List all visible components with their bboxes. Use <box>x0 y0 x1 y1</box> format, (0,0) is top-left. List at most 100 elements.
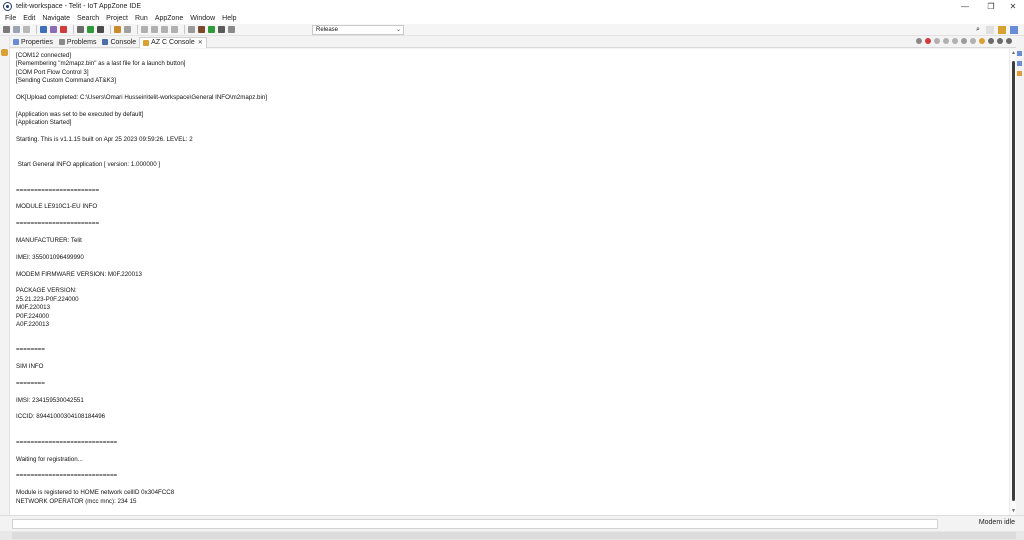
toolbar-separator <box>36 25 37 34</box>
console-line: Waiting for registration... <box>16 455 83 463</box>
back-icon[interactable] <box>151 26 158 33</box>
left-trim <box>0 37 10 517</box>
console-line: M0F.220013 <box>16 304 51 312</box>
save-icon[interactable] <box>13 26 20 33</box>
plugin-icon[interactable] <box>198 26 205 33</box>
view-tab-bar: Properties Problems Console AZ C Console… <box>10 36 1016 48</box>
tab-properties[interactable]: Properties <box>10 37 56 48</box>
clear-console-icon[interactable] <box>934 38 940 44</box>
external-tools-icon[interactable] <box>97 26 104 33</box>
console-line: MANUFACTURER: Telit <box>16 236 82 244</box>
debug-perspective-icon[interactable] <box>1010 26 1018 34</box>
menu-navigate[interactable]: Navigate <box>42 15 70 22</box>
restore-view-icon[interactable] <box>1 49 8 56</box>
minimize-button[interactable]: — <box>952 0 978 13</box>
console-line: MODULE LE910C1-EU INFO <box>16 203 98 211</box>
console-text: [COM12 connected] [Remembering "m2mapz.b… <box>16 52 267 506</box>
perspective-toolbar: ⌕ <box>970 26 1018 34</box>
maximize-view-icon[interactable] <box>1006 38 1012 44</box>
new-icon[interactable] <box>3 26 10 33</box>
forward-icon[interactable] <box>161 26 168 33</box>
console-scrollbar[interactable]: ▲ ▼ <box>1009 49 1016 515</box>
console-icon <box>102 39 109 45</box>
console-line: [Sending Custom Command AT&K3] <box>16 77 116 85</box>
settings-gear-icon[interactable] <box>228 26 235 33</box>
menu-run[interactable]: Run <box>135 15 148 22</box>
console-line: ============================ <box>16 438 118 446</box>
title-bar: telit-workspace - Telit - IoT AppZone ID… <box>0 0 1024 13</box>
tab-problems[interactable]: Problems <box>56 37 100 48</box>
console-line: [COM12 connected] <box>16 52 72 59</box>
console-line: ======================= <box>16 220 100 228</box>
annotation-icon[interactable] <box>141 26 148 33</box>
status-bar: Modem idle <box>0 515 1024 531</box>
chevron-down-icon: ⌄ <box>395 27 401 33</box>
display-console-icon[interactable] <box>970 38 976 44</box>
console-toolbar <box>913 38 1012 44</box>
pin-icon[interactable] <box>188 26 195 33</box>
warning-icon[interactable] <box>60 26 67 33</box>
menu-appzone[interactable]: AppZone <box>155 15 183 22</box>
cpp-perspective-icon[interactable] <box>998 26 1006 34</box>
problems-icon <box>58 39 65 45</box>
launch-icon[interactable] <box>208 26 215 33</box>
menu-window[interactable]: Window <box>190 15 215 22</box>
console-line: PACKAGE VERSION: <box>16 287 77 295</box>
scrollbar-thumb[interactable] <box>1012 61 1015 501</box>
navigate-icon[interactable] <box>171 26 178 33</box>
progress-area <box>12 532 1016 539</box>
run-configuration-select[interactable]: Release ⌄ <box>312 25 404 35</box>
console-line: Start General INFO application [ version… <box>16 161 161 169</box>
status-message-field <box>12 519 938 529</box>
console-line: Module is registered to HOME network cel… <box>16 489 175 497</box>
outline-view-icon[interactable] <box>1017 51 1022 56</box>
toolbar-separator <box>73 25 74 34</box>
open-perspective-icon[interactable] <box>986 26 994 34</box>
view-menu-icon[interactable] <box>988 38 994 44</box>
search-icon[interactable]: ⌕ <box>974 26 982 34</box>
console-line: ======== <box>16 379 45 387</box>
console-line: NETWORK OPERATOR (mcc mnc): 234 15 <box>16 497 137 505</box>
console-line: [Application was set to be executed by d… <box>16 110 144 118</box>
make-view-icon[interactable] <box>1017 71 1022 76</box>
menu-project[interactable]: Project <box>106 15 128 22</box>
search-tool-icon[interactable] <box>124 26 131 33</box>
debug-icon[interactable] <box>77 26 84 33</box>
save-all-icon[interactable] <box>23 26 30 33</box>
terminate-icon[interactable] <box>916 38 922 44</box>
home-icon[interactable] <box>40 26 47 33</box>
word-wrap-icon[interactable] <box>952 38 958 44</box>
menu-edit[interactable]: Edit <box>23 15 35 22</box>
console-line: ======================= <box>16 186 100 194</box>
build-icon[interactable] <box>50 26 57 33</box>
scroll-down-icon[interactable]: ▼ <box>1011 508 1016 514</box>
task-view-icon[interactable] <box>1017 61 1022 66</box>
tab-label: Console <box>110 38 137 46</box>
console-line: OK[Upload completed: C:\Users\Omari Huss… <box>16 94 268 102</box>
console-line: ICCID: 89441000304108184496 <box>16 413 106 421</box>
console-line: [Application Started] <box>16 119 72 127</box>
tab-console[interactable]: Console <box>99 37 139 48</box>
minimize-view-icon[interactable] <box>997 38 1003 44</box>
menu-file[interactable]: File <box>5 15 16 22</box>
run-icon[interactable] <box>87 26 94 33</box>
console-line: [COM Port Flow Control 3] <box>16 68 89 76</box>
menu-search[interactable]: Search <box>77 15 99 22</box>
stop-icon[interactable] <box>218 26 225 33</box>
console-output[interactable]: [COM12 connected] [Remembering "m2mapz.b… <box>10 49 1009 515</box>
scroll-lock-icon[interactable] <box>943 38 949 44</box>
menu-help[interactable]: Help <box>222 15 236 22</box>
properties-icon <box>13 39 19 45</box>
scroll-up-icon[interactable]: ▲ <box>1011 50 1016 56</box>
remove-launch-icon[interactable] <box>925 38 931 44</box>
modem-status: Modem idle <box>978 519 1015 526</box>
menu-bar: File Edit Navigate Search Project Run Ap… <box>0 13 1024 24</box>
close-tab-icon[interactable]: ✕ <box>198 39 203 46</box>
open-console-icon[interactable] <box>979 38 985 44</box>
pin-console-icon[interactable] <box>961 38 967 44</box>
tab-az-c-console[interactable]: AZ C Console ✕ <box>139 36 207 48</box>
close-window-button[interactable]: ✕ <box>1000 0 1024 13</box>
console-line: A0F.220013 <box>16 321 50 328</box>
tab-label: Problems <box>66 38 97 46</box>
open-type-icon[interactable] <box>114 26 121 33</box>
